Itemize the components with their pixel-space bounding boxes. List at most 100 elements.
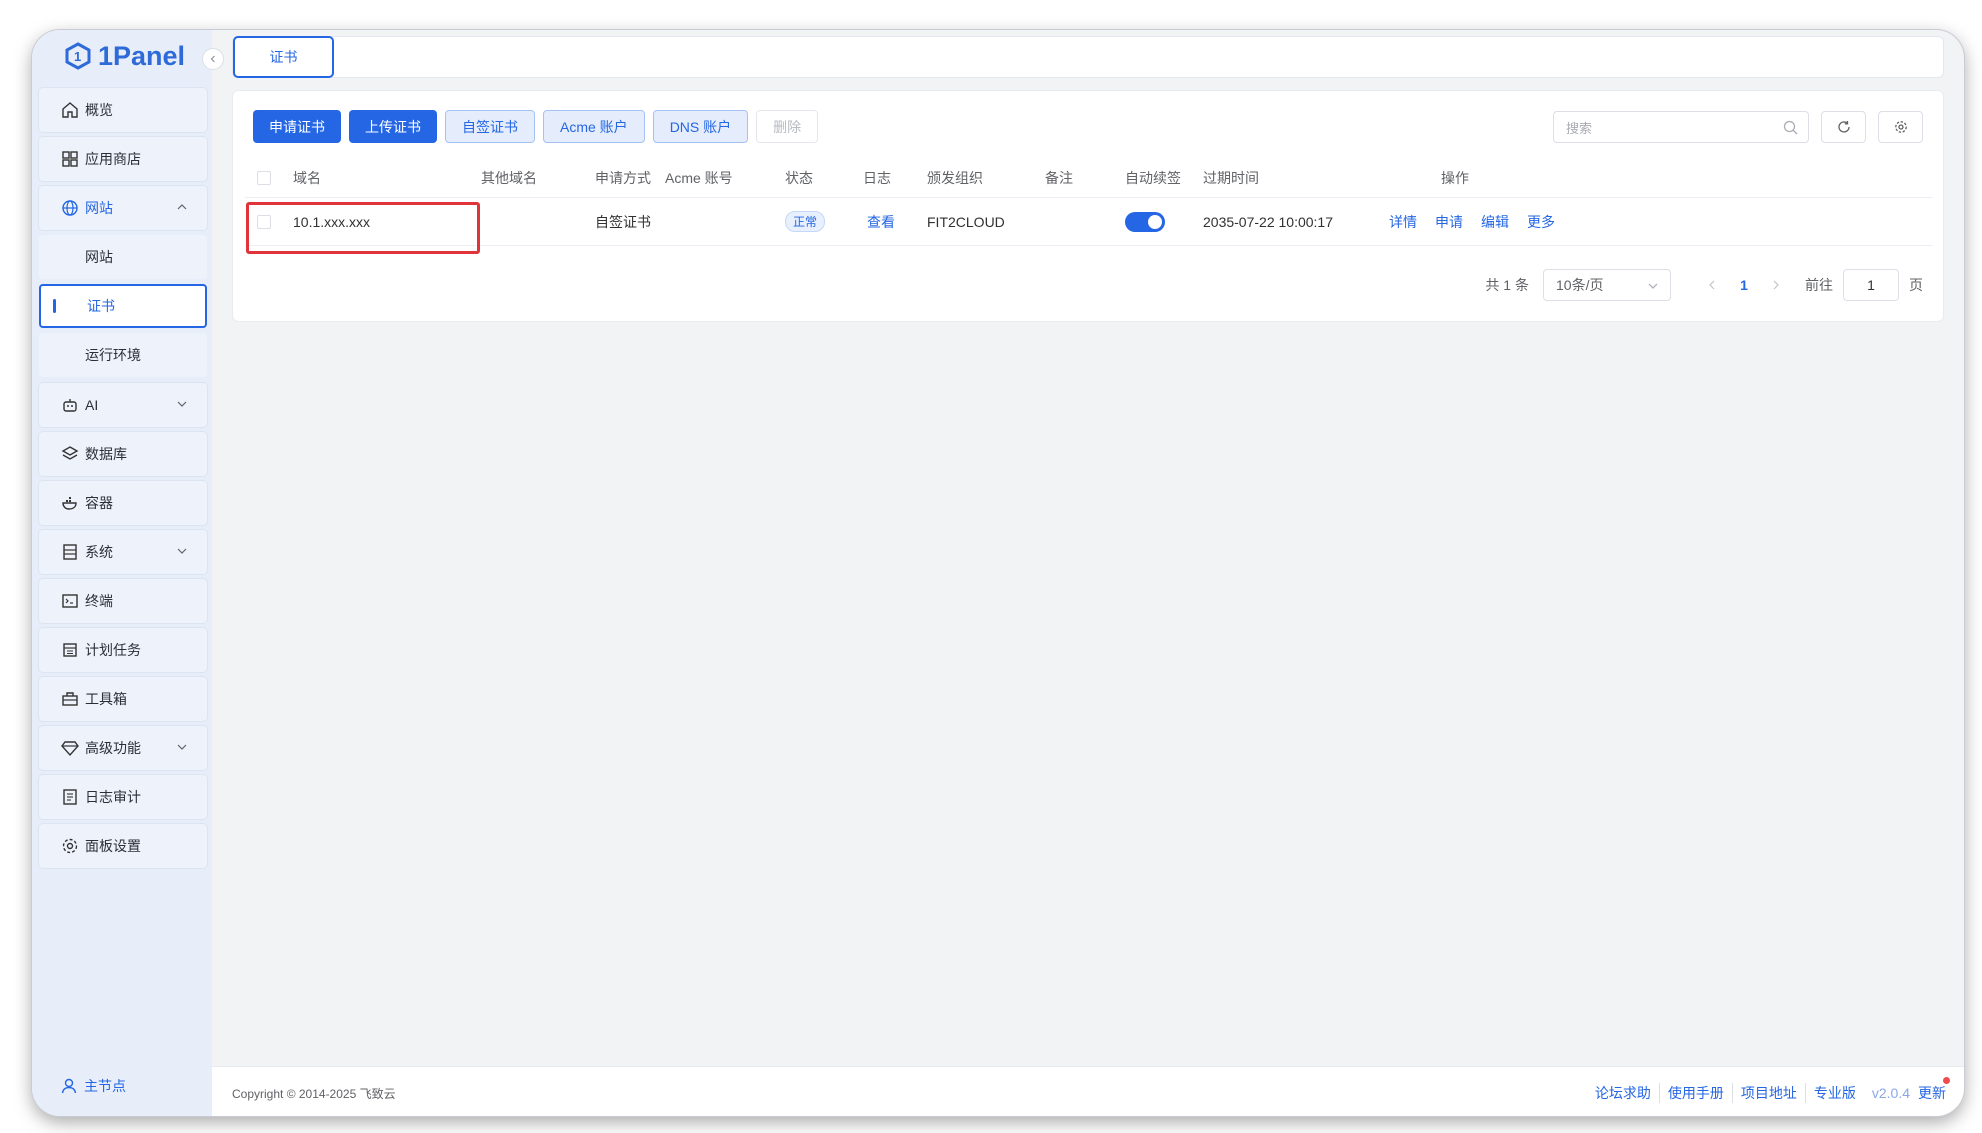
details-link[interactable]: 详情 [1389,198,1417,245]
chevron-down-icon [177,548,187,554]
tab-bar: 证书 [232,36,1944,78]
column-header[interactable]: 申请方式 [595,158,651,197]
sidebar-item-label: 日志审计 [85,789,141,805]
table-settings-button[interactable] [1878,111,1923,143]
gear-icon [1894,121,1907,133]
prev-page-button[interactable] [1697,280,1727,290]
node-selector[interactable]: 主节点 [60,1076,126,1096]
update-link[interactable]: 更新 [1910,1077,1950,1103]
globe-icon [61,199,79,217]
more-link[interactable]: 更多 [1527,198,1555,245]
upload-cert-button[interactable]: 上传证书 [349,110,437,143]
project-link[interactable]: 项目地址 [1733,1083,1806,1103]
pagination: 共 1 条 10条/页 1 前往 1 页 [1485,269,1923,301]
sidebar-item-database[interactable]: 数据库 [39,432,207,476]
delete-button[interactable]: 删除 [756,110,819,143]
sidebar-item-app-store[interactable]: 应用商店 [39,137,207,181]
sidebar-item-label: 运行环境 [85,347,141,363]
sidebar-item-container[interactable]: 容器 [39,481,207,525]
column-header[interactable]: 备注 [1045,158,1073,197]
node-label: 主节点 [84,1078,126,1094]
next-page-button[interactable] [1761,280,1791,290]
chevron-up-icon [177,204,187,210]
column-header[interactable]: 日志 [863,158,891,197]
edit-link[interactable]: 编辑 [1481,198,1509,245]
sidebar-item-certificates[interactable]: 证书 [39,284,207,328]
sidebar-item-label: 终端 [85,593,113,609]
sidebar-item-toolbox[interactable]: 工具箱 [39,677,207,721]
certificate-card: 申请证书 上传证书 自签证书 Acme 账户 DNS 账户 删除 搜索 域名 其… [232,90,1944,322]
sidebar-item-label: 系统 [85,544,113,560]
app-window: 1 1Panel 概览 应用商店 网站 网站 证书 运行环境 AI 数据库 容器… [32,30,1964,1116]
sidebar-item-label: 证书 [87,298,115,314]
acme-account-button[interactable]: Acme 账户 [543,110,645,143]
apply-link[interactable]: 申请 [1435,198,1463,245]
sidebar-item-audit-log[interactable]: 日志审计 [39,775,207,819]
column-header[interactable]: 其他域名 [481,158,537,197]
sidebar-item-system[interactable]: 系统 [39,530,207,574]
sidebar-item-website[interactable]: 网站 [39,186,207,230]
footer-links: 论坛求助 使用手册 项目地址 专业版 v2.0.4 更新 [1587,1077,1950,1103]
issuer-cell: FIT2CLOUD [927,213,1005,230]
goto-page-input[interactable]: 1 [1843,269,1899,301]
tab-certificates[interactable]: 证书 [233,36,334,78]
refresh-button[interactable] [1821,111,1866,143]
apps-icon [61,150,79,168]
logo-icon: 1 [65,42,91,70]
chevron-down-icon [1648,283,1658,289]
robot-icon [61,396,79,414]
column-header[interactable]: 域名 [293,158,321,197]
sidebar-item-label: 网站 [85,200,113,216]
terminal-icon [61,592,79,610]
footer: Copyright © 2014-2025 飞致云 论坛求助 使用手册 项目地址… [212,1066,1964,1116]
dns-account-button[interactable]: DNS 账户 [652,110,749,143]
manual-link[interactable]: 使用手册 [1660,1083,1733,1103]
search-input[interactable]: 搜索 [1553,111,1809,143]
column-header[interactable]: 状态 [785,158,813,197]
page-size-select[interactable]: 10条/页 [1543,269,1671,301]
forum-link[interactable]: 论坛求助 [1587,1083,1660,1103]
gear-icon [61,837,79,855]
copyright: Copyright © 2014-2025 飞致云 [232,1087,396,1101]
chevron-down-icon [177,744,187,750]
search-placeholder: 搜索 [1566,120,1593,136]
auto-renew-toggle[interactable] [1125,211,1165,232]
sidebar-item-settings[interactable]: 面板设置 [39,824,207,868]
self-signed-cert-button[interactable]: 自签证书 [445,110,535,143]
sidebar-item-ai[interactable]: AI [39,383,207,427]
pro-edition-link[interactable]: 专业版 [1806,1083,1864,1103]
select-all-checkbox[interactable] [257,170,271,185]
sidebar-item-overview[interactable]: 概览 [39,88,207,132]
chevron-left-icon [210,55,215,63]
sidebar-item-label: 概览 [85,102,113,118]
server-icon [61,543,79,561]
sidebar-item-terminal[interactable]: 终端 [39,579,207,623]
table-row: 10.1.xxx.xxx 自签证书 正常 查看 FIT2CLOUD 2035-0… [245,198,1933,246]
status-badge: 正常 [785,211,826,232]
sidebar-item-advanced[interactable]: 高级功能 [39,726,207,770]
sidebar-item-website-list[interactable]: 网站 [39,235,207,279]
apply-cert-button[interactable]: 申请证书 [253,110,341,143]
column-header[interactable]: 自动续签 [1125,158,1181,197]
sidebar-item-label: 面板设置 [85,838,141,854]
chevron-left-icon [1709,280,1715,290]
column-header[interactable]: 过期时间 [1203,158,1259,197]
sidebar-item-runtime[interactable]: 运行环境 [39,333,207,377]
sidebar-item-label: 高级功能 [85,740,141,756]
sidebar-item-label: 工具箱 [85,691,127,707]
toolbox-icon [61,690,79,708]
highlight-box [246,202,480,254]
sidebar-item-cron[interactable]: 计划任务 [39,628,207,672]
expire-cell: 2035-07-22 10:00:17 [1203,213,1333,230]
search-icon [1783,120,1798,135]
logo[interactable]: 1 1Panel [64,38,185,74]
current-page[interactable]: 1 [1727,277,1761,293]
column-header[interactable]: Acme 账号 [665,158,733,197]
view-log-link[interactable]: 查看 [867,198,895,245]
column-header[interactable]: 颁发组织 [927,158,983,197]
collapse-sidebar-button[interactable] [202,48,224,70]
calendar-icon [61,641,79,659]
goto-label: 前往 [1805,277,1833,293]
user-icon [61,1078,77,1094]
table-header: 域名 其他域名 申请方式 Acme 账号 状态 日志 颁发组织 备注 自动续签 … [245,158,1933,198]
